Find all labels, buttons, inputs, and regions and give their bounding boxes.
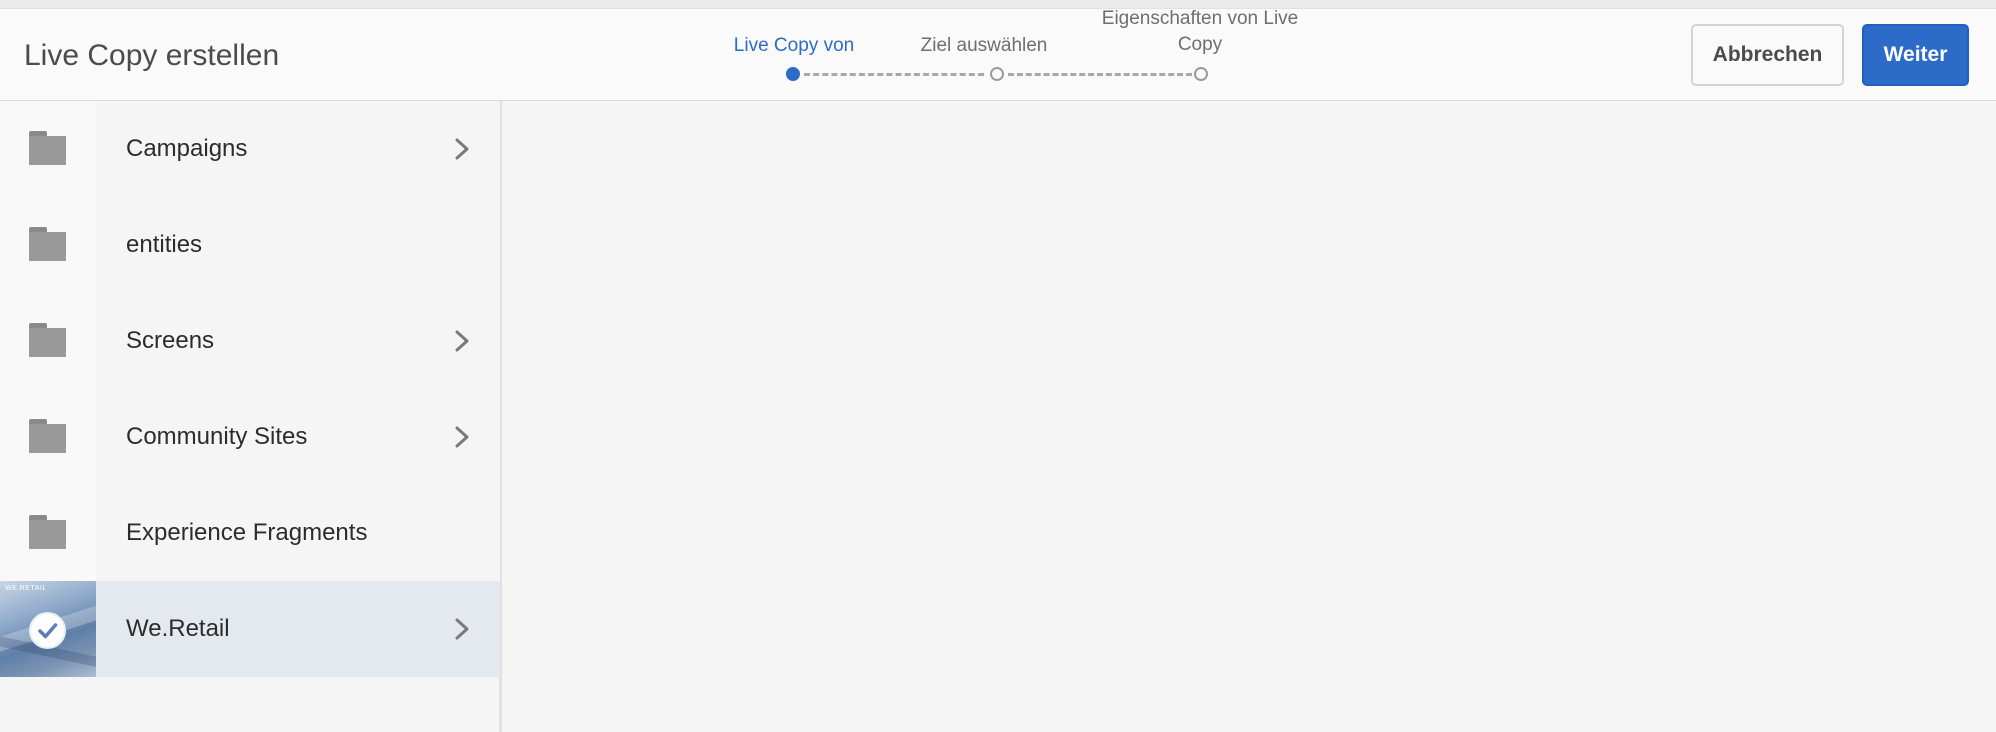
folder-icon — [29, 515, 66, 549]
content-area — [502, 101, 1996, 732]
folder-icon — [29, 227, 66, 261]
step-connector — [1008, 73, 1192, 76]
chevron-right-icon[interactable] — [452, 137, 472, 161]
sidebar-item-entities[interactable]: entities — [0, 197, 500, 293]
item-thumbnail — [0, 293, 96, 389]
selection-check-icon[interactable] — [29, 612, 66, 649]
item-thumbnail — [0, 485, 96, 581]
step-dot — [990, 67, 1004, 81]
chevron-right-icon[interactable] — [452, 425, 472, 449]
sidebar-item-community-sites[interactable]: Community Sites — [0, 389, 500, 485]
step-dot-active — [786, 67, 800, 81]
sidebar-item-screens[interactable]: Screens — [0, 293, 500, 389]
wizard-stepper: Live Copy von Ziel auswählen Eigenschaft… — [700, 8, 1340, 101]
page-title: Live Copy erstellen — [24, 39, 280, 72]
step-label-eigenschaften-line2: Copy — [1177, 34, 1223, 55]
step-label-live-copy-von: Live Copy von — [733, 35, 855, 56]
chevron-right-icon[interactable] — [452, 617, 472, 641]
column-browser: Campaigns entities Screens Community Sit… — [0, 101, 502, 732]
wizard-header: Live Copy erstellen Live Copy von Ziel a… — [0, 8, 1996, 101]
sidebar-item-label: We.Retail — [126, 615, 230, 642]
sidebar-item-we-retail[interactable]: WE.RETAIL We.Retail — [0, 581, 500, 677]
folder-icon — [29, 419, 66, 453]
item-thumbnail — [0, 197, 96, 293]
sidebar-item-experience-fragments[interactable]: Experience Fragments — [0, 485, 500, 581]
step-label-ziel-auswaehlen: Ziel auswählen — [920, 35, 1048, 56]
sidebar-item-label: entities — [126, 231, 203, 258]
folder-icon — [29, 323, 66, 357]
folder-icon — [29, 131, 66, 165]
sidebar-item-campaigns[interactable]: Campaigns — [0, 101, 500, 197]
sidebar-item-label: Community Sites — [126, 423, 308, 450]
sidebar-item-label: Campaigns — [126, 135, 248, 162]
step-connector — [804, 73, 984, 76]
step-label-eigenschaften-line1: Eigenschaften von Live — [1101, 8, 1299, 29]
top-strip — [0, 0, 1996, 9]
item-thumbnail — [0, 101, 96, 197]
chevron-right-icon[interactable] — [452, 329, 472, 353]
sidebar-item-label: Screens — [126, 327, 215, 354]
site-thumbnail: WE.RETAIL — [0, 581, 96, 677]
sidebar-item-label: Experience Fragments — [126, 519, 368, 546]
thumbnail-brand-text: WE.RETAIL — [5, 585, 47, 592]
step-dot — [1194, 67, 1208, 81]
item-thumbnail — [0, 389, 96, 485]
cancel-button[interactable]: Abbrechen — [1691, 24, 1844, 86]
next-button[interactable]: Weiter — [1862, 24, 1969, 86]
